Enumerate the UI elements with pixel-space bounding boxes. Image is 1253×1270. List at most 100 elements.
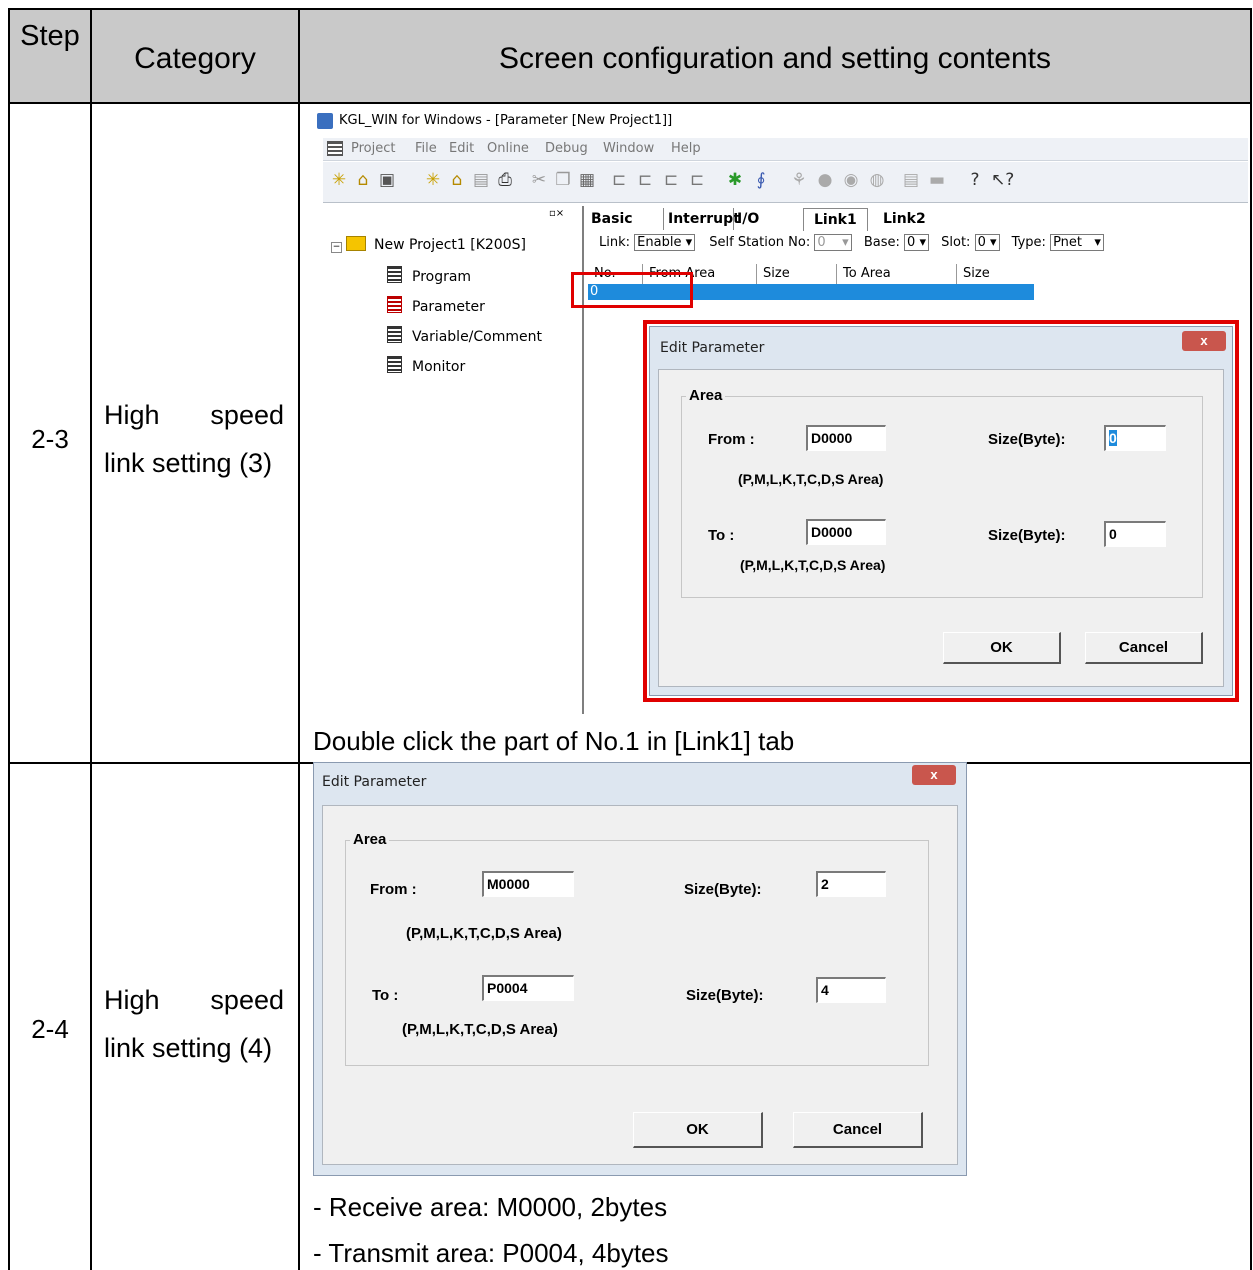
ok-button[interactable]: OK xyxy=(633,1112,763,1148)
menu-help[interactable]: Help xyxy=(671,141,701,156)
category-2-3: High speed link setting (3) xyxy=(104,400,284,478)
monitor-doc-icon xyxy=(387,356,402,373)
header-category: Category xyxy=(134,42,256,75)
dialog-body: Area From : D0000 Size(Byte): 0 (P,M,L,K… xyxy=(658,369,1224,687)
app-logo-icon xyxy=(317,113,333,129)
note-receive: - Receive area: M0000, 2bytes xyxy=(313,1192,668,1222)
from-area-field[interactable]: D0000 xyxy=(806,425,886,451)
tree-item-variable-comment[interactable]: Variable/Comment xyxy=(387,326,542,345)
ladder-4-icon[interactable]: ⊏ xyxy=(687,170,707,190)
menu-debug[interactable]: Debug xyxy=(545,141,588,156)
from-area-hint: (P,M,L,K,T,C,D,S Area) xyxy=(406,925,562,942)
new-icon[interactable]: ✳ xyxy=(329,170,349,190)
to-area-field[interactable]: D0000 xyxy=(806,519,886,545)
tab-basic[interactable]: Basic xyxy=(591,208,633,230)
open-program-icon[interactable]: ⌂ xyxy=(447,170,467,190)
print-icon[interactable]: ⎙ xyxy=(495,170,515,190)
tree-item-program[interactable]: Program xyxy=(387,266,471,285)
note-transmit: - Transmit area: P0004, 4bytes xyxy=(313,1238,669,1268)
context-help-icon[interactable]: ↖? xyxy=(991,170,1014,190)
toolbar: ✳ ⌂ ▣ ✳ ⌂ ▤ ⎙ ✂ ❐ ▦ ⊏ ⊏ ⊏ ⊏ ✱ ∮ ⚘ ● ◉ ◍ … xyxy=(323,162,1248,203)
open-icon[interactable]: ⌂ xyxy=(353,170,373,190)
variable-icon xyxy=(387,326,402,343)
step-2-4: 2-4 xyxy=(31,1014,69,1044)
from-size-label: Size(Byte): xyxy=(684,881,762,898)
connect-icon[interactable]: ✱ xyxy=(725,170,745,190)
dialog-title: Edit Parameter xyxy=(660,340,765,356)
tab-link1[interactable]: Link1 xyxy=(803,208,868,231)
cancel-button[interactable]: Cancel xyxy=(793,1112,923,1148)
from-size-label: Size(Byte): xyxy=(988,431,1066,448)
slot-select[interactable]: 0 ▾ xyxy=(974,234,1000,251)
step-2-3: 2-3 xyxy=(31,424,69,454)
to-label: To : xyxy=(708,527,735,544)
header-content: Screen configuration and setting content… xyxy=(498,42,1052,75)
to-size-label: Size(Byte): xyxy=(686,987,764,1004)
tree-root[interactable]: − New Project1 [K200S] xyxy=(331,236,526,253)
tab-link2[interactable]: Link2 xyxy=(883,208,926,230)
tree-item-parameter[interactable]: Parameter xyxy=(387,296,485,315)
header-step: Step xyxy=(20,20,80,52)
ladder-1-icon[interactable]: ⊏ xyxy=(609,170,629,190)
collapse-icon[interactable]: − xyxy=(331,242,342,253)
caption-2-3: Double click the part of No.1 in [Link1]… xyxy=(313,726,795,756)
to-size-field[interactable]: 4 xyxy=(816,977,886,1003)
edit-parameter-dialog-1: Edit Parameter x Area From : D0000 Size(… xyxy=(649,326,1233,696)
new-program-icon[interactable]: ✳ xyxy=(423,170,443,190)
from-size-field[interactable]: 0 xyxy=(1104,425,1166,451)
type-select[interactable]: Pnet ▾ xyxy=(1050,234,1104,251)
link-enable-select[interactable]: Enable ▾ xyxy=(634,234,696,251)
paste-icon[interactable]: ▦ xyxy=(577,170,597,190)
col-to-area: To Area xyxy=(836,264,963,284)
menu-project[interactable]: Project xyxy=(351,141,395,156)
menu-doc-icon xyxy=(327,141,343,156)
link-icon[interactable]: ∮ xyxy=(751,170,771,190)
folder-icon xyxy=(346,236,366,251)
compile-icon[interactable]: ▤ xyxy=(901,170,921,190)
from-label: From : xyxy=(370,881,417,898)
cancel-button[interactable]: Cancel xyxy=(1085,632,1203,664)
area-group-label: Area xyxy=(686,387,726,404)
tree-item-monitor[interactable]: Monitor xyxy=(387,356,465,375)
run-icon[interactable]: ⚘ xyxy=(789,170,809,190)
station-no-select[interactable]: 0 ▾ xyxy=(814,234,852,251)
project-tree: ▫× − New Project1 [K200S] Program Paramet… xyxy=(327,206,584,714)
save-program-icon[interactable]: ▤ xyxy=(471,170,491,190)
copy-icon[interactable]: ❐ xyxy=(553,170,573,190)
from-area-field[interactable]: M0000 xyxy=(482,871,574,897)
pause-icon[interactable]: ◉ xyxy=(841,170,861,190)
category-2-4: High speed link setting (4) xyxy=(104,985,284,1063)
menu-edit[interactable]: Edit xyxy=(449,141,474,156)
ok-button[interactable]: OK xyxy=(943,632,1061,664)
base-select[interactable]: 0 ▾ xyxy=(904,234,929,251)
to-size-label: Size(Byte): xyxy=(988,527,1066,544)
from-area-hint: (P,M,L,K,T,C,D,S Area) xyxy=(738,471,884,487)
cut-icon[interactable]: ✂ xyxy=(529,170,549,190)
download-icon[interactable]: ▬ xyxy=(927,170,947,190)
tree-close-icon[interactable]: ▫× xyxy=(549,208,564,219)
tab-io[interactable]: I/O xyxy=(733,208,759,230)
tab-interrupt[interactable]: Interrupt xyxy=(663,208,740,230)
close-icon[interactable]: x xyxy=(1182,331,1226,351)
menu-file[interactable]: File xyxy=(415,141,437,156)
menu-online[interactable]: Online xyxy=(487,141,529,156)
save-icon[interactable]: ▣ xyxy=(377,170,397,190)
to-size-field[interactable]: 0 xyxy=(1104,521,1166,547)
from-label: From : xyxy=(708,431,755,448)
area-group-label: Area xyxy=(350,831,390,848)
from-size-field[interactable]: 2 xyxy=(816,871,886,897)
menu-window[interactable]: Window xyxy=(603,141,654,156)
stop-icon[interactable]: ● xyxy=(815,170,835,190)
kglwin-screenshot: KGL_WIN for Windows - [Parameter [New Pr… xyxy=(313,108,1248,714)
help-icon[interactable]: ? xyxy=(965,170,985,190)
ladder-3-icon[interactable]: ⊏ xyxy=(661,170,681,190)
to-area-field[interactable]: P0004 xyxy=(482,975,574,1001)
ladder-2-icon[interactable]: ⊏ xyxy=(635,170,655,190)
window-title: KGL_WIN for Windows - [Parameter [New Pr… xyxy=(339,113,673,128)
col-size-2: Size xyxy=(956,264,1041,284)
monitor-icon[interactable]: ◍ xyxy=(867,170,887,190)
link-settings-row: Link: Enable ▾ Self Station No: 0 ▾ Base… xyxy=(599,234,1104,251)
col-size-1: Size xyxy=(756,264,843,284)
close-icon[interactable]: x xyxy=(912,765,956,785)
to-area-hint: (P,M,L,K,T,C,D,S Area) xyxy=(402,1021,558,1038)
